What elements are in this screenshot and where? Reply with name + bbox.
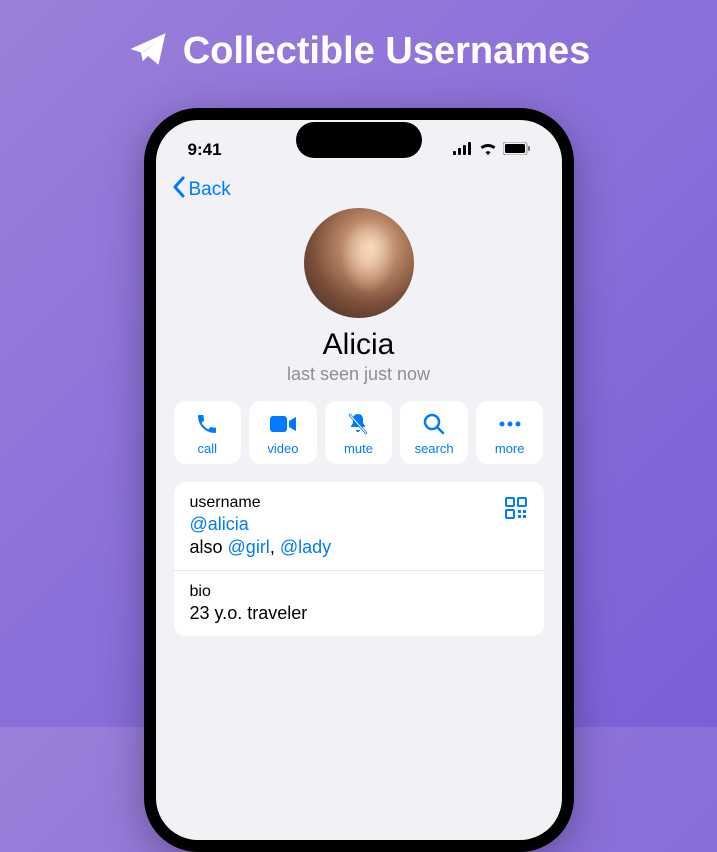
more-button[interactable]: more (476, 401, 544, 464)
bio-row: bio 23 y.o. traveler (174, 570, 544, 636)
info-card: username @alicia also @girl, @lady bio 2… (174, 482, 544, 636)
username-also: also @girl, @lady (190, 537, 528, 558)
chevron-left-icon (172, 176, 185, 204)
also-link-2[interactable]: @lady (280, 537, 331, 557)
also-link-1[interactable]: @girl (228, 537, 270, 557)
video-button[interactable]: video (249, 401, 317, 464)
video-icon (270, 411, 296, 437)
search-button[interactable]: search (400, 401, 468, 464)
mute-button[interactable]: mute (325, 401, 393, 464)
status-time: 9:41 (188, 140, 222, 160)
phone-screen: 9:41 Back Ali (156, 120, 562, 840)
phone-frame: 9:41 Back Ali (144, 108, 574, 852)
bio-value: 23 y.o. traveler (190, 603, 528, 624)
more-label: more (495, 441, 525, 456)
username-value: @alicia (190, 514, 528, 535)
nav-bar: Back (156, 168, 562, 208)
search-label: search (415, 441, 454, 456)
phone-icon (194, 411, 220, 437)
battery-icon (503, 140, 530, 160)
wifi-icon (479, 140, 497, 160)
telegram-icon (127, 28, 169, 75)
action-row: call video mute search (156, 401, 562, 482)
profile-name: Alicia (323, 328, 395, 362)
search-icon (421, 411, 447, 437)
call-label: call (198, 441, 218, 456)
profile-section: Alicia last seen just now (156, 208, 562, 401)
call-button[interactable]: call (174, 401, 242, 464)
cellular-icon (453, 140, 473, 160)
username-label: username (190, 494, 528, 512)
video-label: video (267, 441, 298, 456)
username-row[interactable]: username @alicia also @girl, @lady (174, 482, 544, 570)
bio-label: bio (190, 583, 528, 601)
profile-status: last seen just now (287, 364, 430, 385)
banner: Collectible Usernames (0, 0, 717, 75)
qr-icon[interactable] (504, 496, 528, 525)
more-icon (497, 411, 523, 437)
dynamic-island (296, 122, 422, 158)
back-button[interactable]: Back (172, 176, 231, 204)
mute-label: mute (344, 441, 373, 456)
back-label: Back (189, 179, 231, 201)
avatar[interactable] (304, 208, 414, 318)
bell-slash-icon (345, 411, 371, 437)
banner-title: Collectible Usernames (183, 30, 591, 73)
